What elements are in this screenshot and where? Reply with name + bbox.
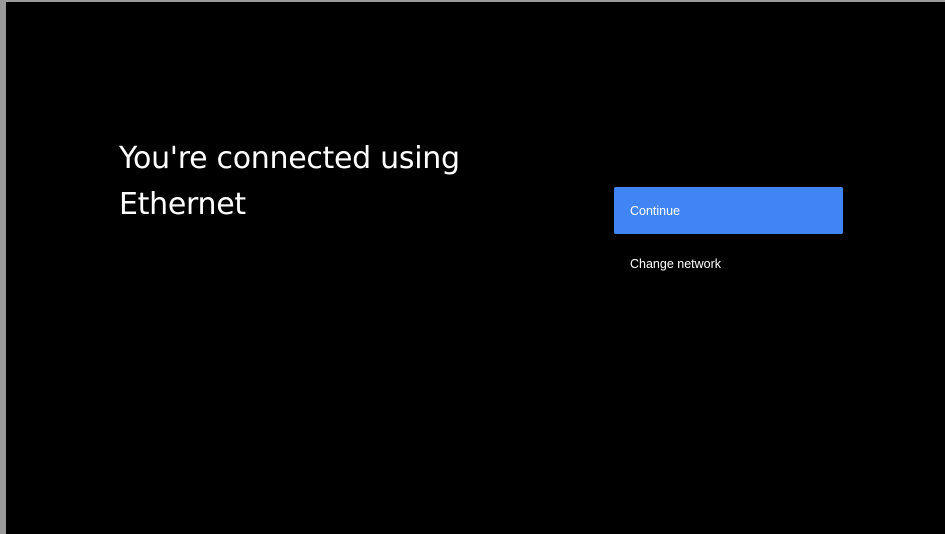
continue-button[interactable]: Continue (614, 187, 843, 234)
window-frame: You're connected using Ethernet Continue… (0, 0, 945, 534)
action-list: Continue Change network (614, 187, 843, 284)
connection-status-heading: You're connected using Ethernet (119, 141, 460, 222)
change-network-button[interactable]: Change network (614, 244, 843, 284)
setup-screen: You're connected using Ethernet Continue… (6, 2, 945, 534)
